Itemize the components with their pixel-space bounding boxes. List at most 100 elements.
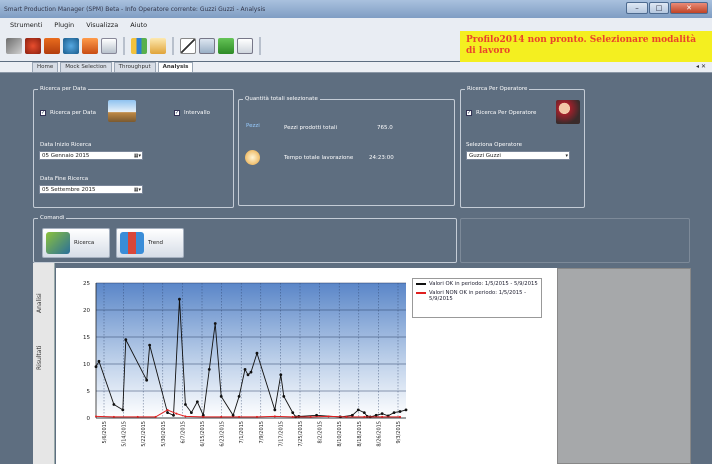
operator-select-label: Seleziona Operatore xyxy=(466,142,523,148)
wrench-icon[interactable] xyxy=(6,38,22,54)
calendar-icon xyxy=(108,100,136,122)
side-tab-analysis[interactable]: Analisi xyxy=(36,283,52,323)
series-ok-point xyxy=(243,368,247,371)
legend-label-ok: Valori OK in periodo: 1/5/2015 - 5/9/201… xyxy=(429,281,538,287)
globe-icon[interactable] xyxy=(63,38,79,54)
interval-label: Intervallo xyxy=(184,110,210,116)
series-not-ok-point xyxy=(255,415,258,418)
series-ok-point xyxy=(207,368,211,371)
trend-chart-icon xyxy=(120,232,144,254)
monitor-icon[interactable] xyxy=(199,38,215,54)
commands-title: Comandi xyxy=(38,215,67,221)
series-not-ok-point xyxy=(309,415,312,418)
plot-area xyxy=(96,283,406,418)
minimize-button[interactable]: – xyxy=(626,2,648,14)
menu-item-plugin[interactable]: Plugin xyxy=(54,21,74,29)
line-chart-icon[interactable] xyxy=(180,38,196,54)
y-tick-label: 20 xyxy=(83,308,90,314)
menu-item-tools[interactable]: Strumenti xyxy=(10,21,42,29)
empty-panel xyxy=(460,218,690,263)
bar-chart-icon[interactable] xyxy=(131,38,147,54)
x-tick-label: 7/17/2015 xyxy=(278,421,284,447)
menu-bar: Strumenti Plugin Visualizza Aiuto xyxy=(0,18,712,31)
tab-analysis[interactable]: Analysis xyxy=(157,62,194,72)
chart-legend: Valori OK in periodo: 1/5/2015 - 5/9/201… xyxy=(412,278,542,318)
series-ok-point xyxy=(362,411,366,414)
document-icon[interactable] xyxy=(101,38,117,54)
maximize-button[interactable]: □ xyxy=(649,2,669,14)
trend-button[interactable]: Trend xyxy=(116,228,184,258)
window-controls: – □ ✕ xyxy=(626,2,708,14)
start-date-picker[interactable]: 05 Gennaio 2015 ▦▾ xyxy=(39,151,143,160)
pieces-label: Pezzi xyxy=(246,123,260,129)
tab-strip: Home Mock Selection Throughput Analysis xyxy=(0,62,712,73)
y-tick-label: 5 xyxy=(87,389,91,395)
series-not-ok-point xyxy=(175,412,178,415)
series-not-ok-point xyxy=(220,415,223,418)
side-tab-strip: Analisi Risultati xyxy=(33,263,55,464)
series-ok-point xyxy=(121,408,125,412)
search-button-label: Ricerca xyxy=(74,240,95,246)
menu-item-view[interactable]: Visualizza xyxy=(86,21,118,29)
legend-swatch-ok xyxy=(416,283,426,285)
series-ok-point xyxy=(255,351,259,355)
series-ok-point xyxy=(124,338,128,342)
series-ok-point xyxy=(249,370,253,374)
y-tick-label: 25 xyxy=(83,281,90,287)
operator-search-panel: Ricerca Per Operatore ✓ Ricerca Per Oper… xyxy=(460,86,585,208)
series-ok-point xyxy=(213,322,217,325)
search-icon xyxy=(46,232,70,254)
totals-title: Quantità totali selezionate xyxy=(243,96,320,102)
date-search-panel: Ricerca per Data ✓ Ricerca per Data ✓ In… xyxy=(33,86,234,208)
operator-checkbox[interactable]: ✓ xyxy=(466,110,472,116)
worker-icon[interactable] xyxy=(82,38,98,54)
pieces-description: Pezzi prodotti totali xyxy=(284,125,338,131)
series-not-ok-point xyxy=(112,415,115,418)
y-tick-label: 0 xyxy=(87,416,91,422)
series-ok-point xyxy=(195,400,199,404)
tools-icon[interactable] xyxy=(25,38,41,54)
close-button[interactable]: ✕ xyxy=(670,2,708,14)
operator-checkbox-label: Ricerca Per Operatore xyxy=(476,110,537,116)
alert-text: Profilo2014 non pronto. Selezionare moda… xyxy=(466,35,697,56)
operator-select[interactable]: Guzzi Guzzi ▾ xyxy=(466,151,570,160)
x-tick-label: 6/23/2015 xyxy=(220,421,226,447)
tab-home[interactable]: Home xyxy=(32,62,59,72)
folder-icon[interactable] xyxy=(150,38,166,54)
series-not-ok-point xyxy=(345,415,348,418)
warning-icon[interactable] xyxy=(237,38,253,54)
x-tick-label: 8/26/2015 xyxy=(376,421,382,447)
truck-icon[interactable] xyxy=(44,38,60,54)
time-value: 24:23:00 xyxy=(369,155,394,161)
series-ok-point xyxy=(97,359,101,363)
x-tick-label: 7/9/2015 xyxy=(259,421,265,443)
tab-throughput[interactable]: Throughput xyxy=(113,62,156,72)
legend-item-not-ok: Valori NON OK in periodo: 1/5/2015 - 5/9… xyxy=(416,290,538,302)
check-icon[interactable] xyxy=(218,38,234,54)
totals-panel: Quantità totali selezionate Pezzi Pezzi … xyxy=(238,96,455,206)
interval-checkbox[interactable]: ✓ xyxy=(174,110,180,116)
series-ok-point xyxy=(148,343,152,347)
alert-banner: Profilo2014 non pronto. Selezionare moda… xyxy=(460,31,712,62)
search-button[interactable]: Ricerca xyxy=(42,228,110,258)
menu-item-help[interactable]: Aiuto xyxy=(130,21,147,29)
trend-button-label: Trend xyxy=(148,240,164,246)
pieces-value: 765.0 xyxy=(377,125,393,131)
series-not-ok-point xyxy=(381,415,384,418)
series-not-ok-point xyxy=(273,415,276,418)
series-ok-point xyxy=(184,403,187,406)
date-checkbox[interactable]: ✓ xyxy=(40,110,46,116)
calendar-dropdown-icon: ▦▾ xyxy=(133,153,141,159)
x-tick-label: 5/30/2015 xyxy=(161,421,167,447)
series-ok-point xyxy=(291,411,295,414)
tab-close-icon[interactable]: ◂ ✕ xyxy=(696,63,706,70)
series-ok-point xyxy=(282,395,286,398)
x-tick-label: 6/15/2015 xyxy=(200,421,206,447)
tab-mock-selection[interactable]: Mock Selection xyxy=(60,62,112,72)
legend-label-not-ok: Valori NON OK in periodo: 1/5/2015 - 5/9… xyxy=(429,290,527,302)
series-ok-point xyxy=(145,378,149,382)
end-date-picker[interactable]: 05 Settembre 2015 ▦▾ xyxy=(39,185,143,194)
y-tick-label: 10 xyxy=(83,362,90,368)
series-ok-point xyxy=(279,373,283,377)
side-tab-results[interactable]: Risultati xyxy=(36,338,52,378)
